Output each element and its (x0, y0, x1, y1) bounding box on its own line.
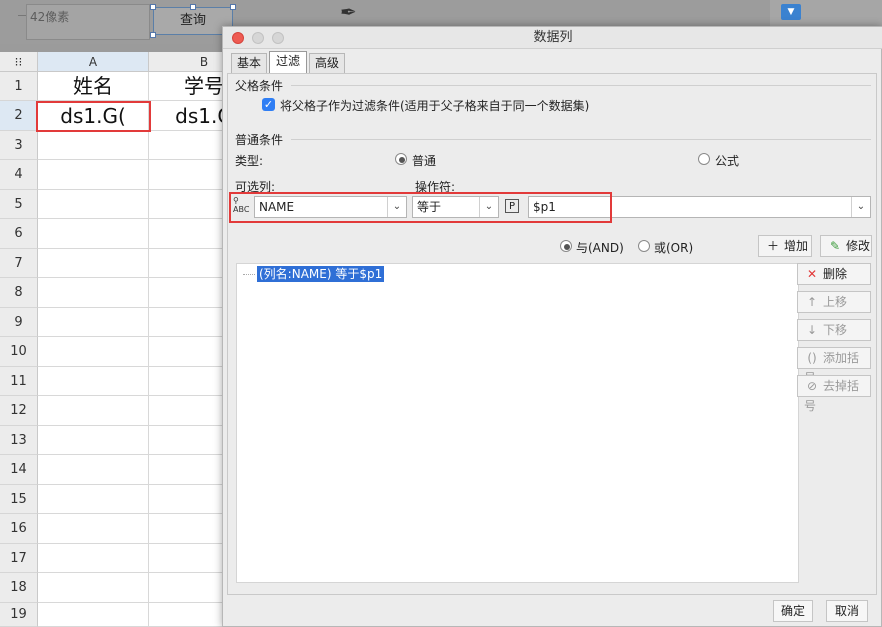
data-column-dialog: 数据列 基本 过滤 高级 父格条件 ✓ 将父格子作为过滤条件(适用于父子格来自于… (222, 26, 882, 627)
empty-cell[interactable] (38, 603, 149, 627)
normal-condition-title: 普通条件 (235, 133, 284, 147)
delete-x-icon: ✕ (806, 267, 818, 281)
move-down-button[interactable]: ↓ 下移 (797, 319, 871, 341)
bracket-icon: () (807, 351, 817, 365)
empty-cell[interactable] (38, 249, 149, 278)
close-window-icon[interactable] (232, 32, 244, 44)
parent-filter-checkbox[interactable]: ✓ (262, 98, 275, 111)
corner-select-all-icon[interactable]: ⁝⁝ (0, 52, 38, 72)
condition-list[interactable]: (列名:NAME) 等于$p1 (236, 263, 799, 583)
ok-button[interactable]: 确定 (773, 600, 813, 622)
highlight-box (229, 192, 612, 223)
selected-cell-highlight (36, 101, 151, 132)
row-header[interactable]: 2 (0, 101, 38, 131)
query-button[interactable]: 查询 (153, 7, 233, 35)
type-label: 类型: (235, 154, 264, 168)
resize-handle[interactable] (230, 4, 236, 10)
cancel-button[interactable]: 取消 (826, 600, 868, 622)
empty-cell[interactable] (38, 367, 149, 396)
row-header[interactable]: 19 (0, 603, 38, 627)
and-label: 与(AND) (576, 241, 624, 255)
minimize-window-icon[interactable] (252, 32, 264, 44)
row-header[interactable]: 4 (0, 160, 38, 190)
tab-advanced[interactable]: 高级 (309, 53, 345, 73)
type-formula-radio[interactable] (698, 153, 710, 165)
row-header[interactable]: 9 (0, 308, 38, 337)
row-header[interactable]: 10 (0, 337, 38, 367)
row-header[interactable]: 3 (0, 131, 38, 160)
arrow-down-icon: ↓ (806, 323, 818, 337)
add-bracket-button[interactable]: ()添加括号 (797, 347, 871, 385)
row-header[interactable]: 13 (0, 426, 38, 455)
and-radio[interactable] (560, 240, 572, 252)
empty-cell[interactable] (38, 337, 149, 367)
tree-connector (243, 274, 255, 275)
resize-handle[interactable] (190, 4, 196, 10)
row-header[interactable]: 1 (0, 72, 38, 101)
remove-bracket-button[interactable]: ⊘ 去掉括号 (797, 375, 871, 413)
parent-filter-checkbox-label: 将父格子作为过滤条件(适用于父子格来自于同一个数据集) (280, 99, 590, 113)
or-label: 或(OR) (654, 241, 694, 255)
column-header-a[interactable]: A (38, 52, 149, 72)
add-button[interactable]: ＋增加 (758, 235, 812, 257)
remove-bracket-icon: ⊘ (806, 379, 818, 393)
empty-cell[interactable] (38, 485, 149, 514)
delete-button[interactable]: ✕ 删除 (797, 263, 871, 285)
type-formula-label: 公式 (715, 154, 740, 168)
row-header[interactable]: 18 (0, 573, 38, 603)
arrow-up-icon: ↑ (806, 295, 818, 309)
dialog-title: 数据列 (533, 30, 573, 45)
cell-a1[interactable]: 姓名 (38, 72, 149, 101)
tab-filter[interactable]: 过滤 (269, 51, 307, 73)
empty-cell[interactable] (38, 396, 149, 426)
maximize-window-icon[interactable] (272, 32, 284, 44)
empty-cell[interactable] (38, 219, 149, 249)
divider (291, 139, 871, 140)
row-header[interactable]: 17 (0, 544, 38, 573)
modify-button[interactable]: ✎ 修改 (820, 235, 872, 257)
dropdown-arrow-icon[interactable]: ▼ (781, 4, 801, 20)
row-header[interactable]: 7 (0, 249, 38, 278)
or-radio[interactable] (638, 240, 650, 252)
row-header[interactable]: 16 (0, 514, 38, 544)
condition-item[interactable]: (列名:NAME) 等于$p1 (257, 266, 385, 282)
empty-cell[interactable] (38, 573, 149, 603)
resize-handle[interactable] (150, 32, 156, 38)
parent-condition-title: 父格条件 (235, 79, 284, 93)
row-header[interactable]: 15 (0, 485, 38, 514)
tab-basic[interactable]: 基本 (231, 53, 267, 73)
empty-cell[interactable] (38, 308, 149, 337)
type-normal-label: 普通 (412, 154, 437, 168)
height-px-label: 42像素 (30, 10, 70, 24)
row-header[interactable]: 14 (0, 455, 38, 485)
row-header[interactable]: 6 (0, 219, 38, 249)
row-header[interactable]: 11 (0, 367, 38, 396)
empty-cell[interactable] (38, 131, 149, 160)
signature-pen-icon: ✒ (340, 0, 357, 24)
empty-cell[interactable] (38, 455, 149, 485)
dialog-titlebar: 数据列 (223, 27, 882, 49)
empty-cell[interactable] (38, 160, 149, 190)
empty-cell[interactable] (38, 544, 149, 573)
type-normal-radio[interactable] (395, 153, 407, 165)
row-header[interactable]: 8 (0, 278, 38, 308)
empty-cell[interactable] (38, 190, 149, 219)
edit-icon: ✎ (829, 239, 841, 253)
row-header[interactable]: 5 (0, 190, 38, 219)
empty-cell[interactable] (38, 514, 149, 544)
empty-cell[interactable] (38, 426, 149, 455)
row-header[interactable]: 12 (0, 396, 38, 426)
chevron-down-icon: ⌄ (851, 197, 870, 217)
resize-handle[interactable] (150, 4, 156, 10)
empty-cell[interactable] (38, 278, 149, 308)
move-up-button[interactable]: ↑ 上移 (797, 291, 871, 313)
plus-icon: ＋ (766, 239, 779, 253)
divider (291, 85, 871, 86)
